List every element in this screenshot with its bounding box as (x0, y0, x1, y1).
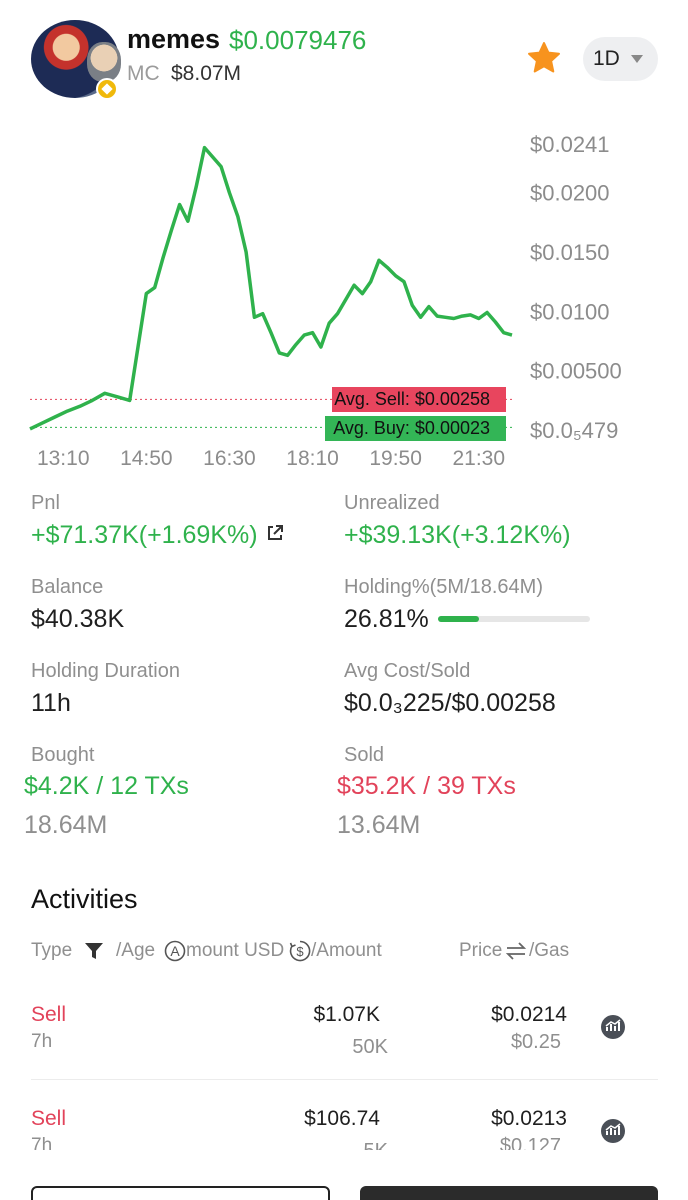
x-tick-label: 21:30 (452, 447, 505, 470)
x-tick-label: 19:50 (369, 447, 422, 470)
balance-label: Balance (31, 576, 104, 598)
holding-pct-label: Holding%(5M/18.64M) (344, 576, 543, 598)
y-tick-label: $0.0100 (530, 299, 610, 324)
swap-arrows-icon[interactable] (504, 941, 528, 961)
tx-age: 7h (31, 1135, 53, 1150)
market-cap-label: MC (127, 62, 160, 85)
pnl-value: +$71.37K(+1.69K%) (31, 521, 258, 549)
holding-progress-bar (438, 616, 590, 622)
sold-amount: 13.64M (337, 811, 421, 839)
secondary-action-button[interactable] (31, 1186, 330, 1200)
unrealized-label: Unrealized (344, 492, 440, 514)
toggle-currency-icon[interactable]: $ (289, 940, 311, 962)
tx-price: $0.0214 (491, 1003, 567, 1026)
tx-gas: $0.25 (510, 1031, 561, 1053)
y-tick-label: $0.0150 (530, 240, 610, 265)
favorite-star-icon[interactable] (526, 40, 562, 76)
filter-icon[interactable] (84, 942, 104, 960)
sold-value: $35.2K / 39 TXs (337, 772, 516, 800)
tx-amount: 50K (352, 1036, 388, 1058)
svg-text:A: A (170, 943, 180, 959)
col-amount-usd: mount USD (186, 940, 285, 961)
holding-progress-fill (438, 616, 479, 622)
balance-stat: Balance $40.38K (31, 576, 124, 634)
balance-value: $40.38K (31, 605, 125, 633)
tx-type: Sell (31, 1107, 67, 1130)
x-tick-label: 16:30 (203, 447, 256, 470)
bought-stat: Bought (31, 744, 94, 767)
y-tick-label: $0.0200 (530, 181, 610, 206)
toggle-amount-icon[interactable]: A (164, 940, 186, 962)
svg-text:$: $ (296, 944, 304, 959)
token-header: memes $0.0079476 MC $8.07M 1D (0, 0, 688, 110)
unrealized-stat: Unrealized +$39.13K(+3.12K%) (344, 492, 571, 550)
trend-chart-icon[interactable] (600, 1014, 626, 1040)
interval-dropdown[interactable]: 1D (583, 37, 658, 81)
trend-chart-icon[interactable] (600, 1118, 626, 1144)
unrealized-value: +$39.13K(+3.12K%) (344, 521, 571, 549)
x-tick-label: 18:10 (286, 447, 339, 470)
sold-label: Sold (344, 744, 385, 766)
holding-duration-label: Holding Duration (31, 660, 180, 682)
token-name: memes (127, 24, 221, 54)
tx-usd: $106.74 (304, 1107, 380, 1130)
holding-duration-value: 11h (31, 689, 71, 717)
col-amount: /Amount (311, 940, 382, 961)
primary-action-button[interactable] (360, 1186, 658, 1200)
bought-label: Bought (31, 744, 95, 766)
y-tick-label: $0.0₅479 (530, 418, 618, 443)
price-chart[interactable]: $0.0241 $0.0200 $0.0150 $0.0100 $0.00500 $0.0… (0, 110, 688, 480)
tx-gas: $0.127 (499, 1135, 561, 1150)
y-tick-label: $0.0241 (530, 132, 610, 157)
tx-usd: $1.07K (313, 1003, 380, 1026)
row-divider (31, 1079, 658, 1080)
interval-value: 1D (593, 47, 620, 70)
x-tick-label: 13:10 (37, 447, 90, 470)
sold-values: $35.2K / 39 TXs 13.64M (337, 772, 516, 840)
tx-amount: 5K (364, 1140, 388, 1150)
chevron-down-icon (631, 55, 643, 63)
tx-type: Sell (31, 1003, 67, 1026)
col-gas: /Gas (529, 940, 570, 961)
activities-column-headers: Type /Age A mount USD $ /Amount Price /G… (31, 940, 661, 966)
pnl-label: Pnl (31, 492, 60, 514)
avatar-secondary-face (87, 42, 121, 82)
holding-pct-stat: Holding%(5M/18.64M) 26.81% (344, 576, 543, 634)
bought-values: $4.2K / 12 TXs 18.64M (24, 772, 189, 840)
col-price: Price (459, 940, 503, 961)
activities-title: Activities (31, 884, 138, 914)
y-tick-label: $0.00500 (530, 359, 622, 384)
bought-value: $4.2K / 12 TXs (24, 772, 189, 800)
sold-stat: Sold (344, 744, 384, 767)
tx-age: 7h (31, 1031, 53, 1052)
avg-cost-label: Avg Cost/Sold (344, 660, 471, 682)
col-age: /Age (116, 940, 156, 961)
pnl-value-row: +$71.37K(+1.69K%) (31, 521, 284, 550)
external-link-icon[interactable] (266, 524, 284, 542)
bought-amount: 18.64M (24, 811, 108, 839)
holding-duration-stat: Holding Duration 11h (31, 660, 180, 718)
activity-row[interactable]: Sell 7h $1.07K 50K $0.0214 $0.25 (0, 995, 688, 1095)
market-cap-value: $8.07M (171, 62, 242, 85)
token-price: $0.0079476 (229, 25, 367, 55)
activity-row[interactable]: Sell 7h $106.74 5K $0.0213 $0.127 (0, 1100, 688, 1150)
tx-price: $0.0213 (491, 1107, 567, 1130)
x-tick-label: 14:50 (120, 447, 173, 470)
avg-sell-tag: Avg. Sell: $0.00258 (332, 387, 506, 412)
avg-cost-value: $0.0₃225/$0.00258 (344, 689, 556, 717)
bnb-chain-icon (96, 78, 118, 100)
pnl-stat: Pnl +$71.37K(+1.69K%) (31, 492, 284, 550)
col-type: Type (31, 940, 73, 961)
avg-cost-stat: Avg Cost/Sold $0.0₃225/$0.00258 (344, 660, 556, 718)
activity-list-viewport: Sell 7h $106.74 5K $0.0213 $0.127 (0, 1090, 688, 1150)
avg-buy-tag: Avg. Buy: $0.00023 (325, 416, 506, 441)
